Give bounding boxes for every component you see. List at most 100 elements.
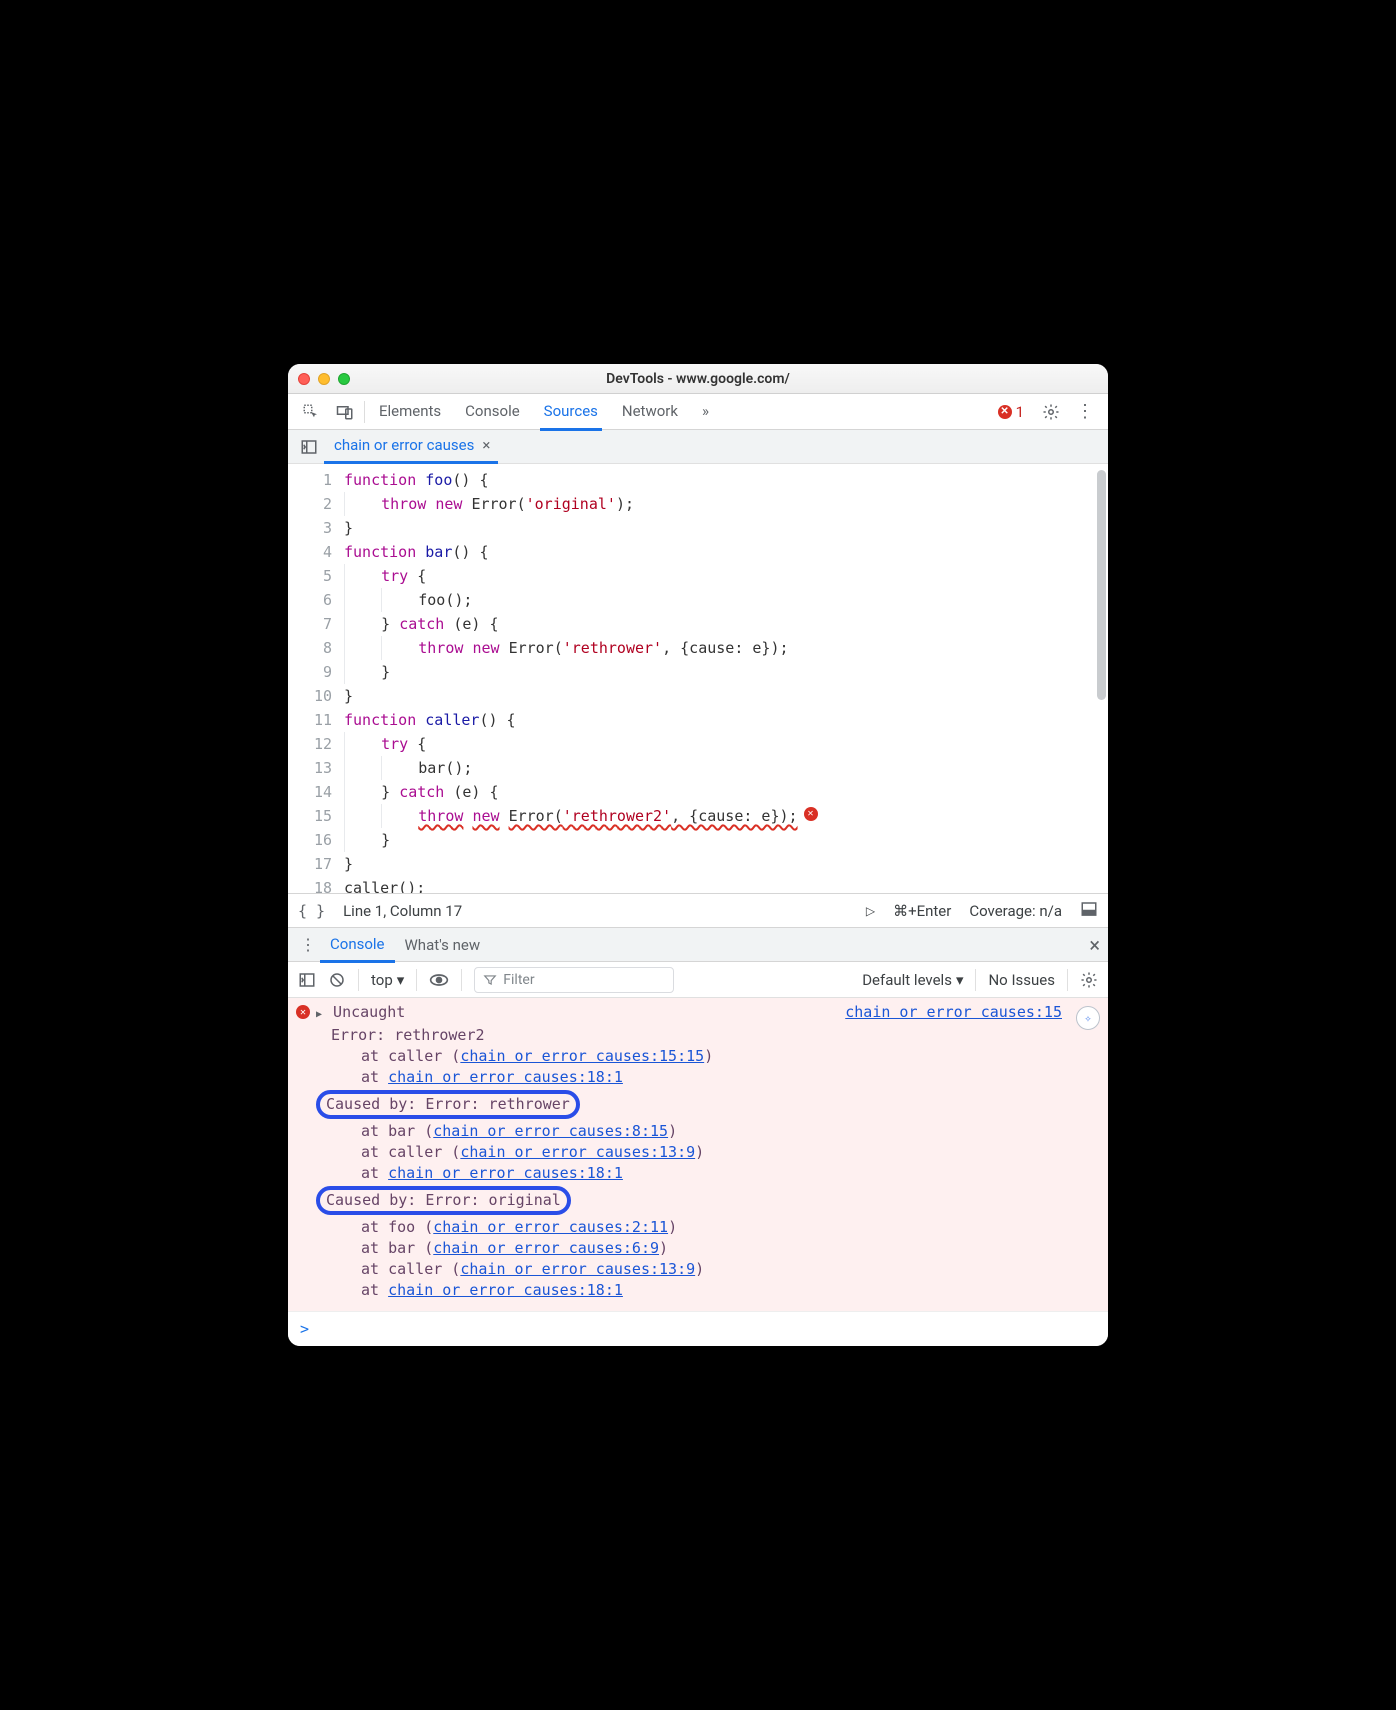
chevron-down-icon: ▾ (397, 971, 405, 989)
zoom-window-button[interactable] (338, 373, 350, 385)
source-link[interactable]: chain or error causes:6:9 (433, 1239, 659, 1257)
clear-console-icon[interactable] (328, 971, 346, 989)
source-link[interactable]: chain or error causes:15:15 (460, 1047, 704, 1065)
editor-tab-label: chain or error causes (334, 436, 474, 454)
filter-placeholder: Filter (503, 972, 534, 988)
source-link[interactable]: chain or error causes:2:11 (433, 1218, 668, 1236)
line-number: 11 (294, 708, 332, 732)
stack-line: ▶ Uncaught (316, 1002, 845, 1025)
code-line: } (344, 516, 1108, 540)
source-link[interactable]: chain or error causes:13:9 (460, 1143, 695, 1161)
panel-tabs: Elements Console Sources Network » (375, 394, 713, 430)
tab-console[interactable]: Console (461, 394, 524, 430)
code-line: function bar() { (344, 540, 1108, 564)
coverage-label: Coverage: n/a (969, 902, 1062, 920)
code-line: throw new Error('original'); (344, 492, 1108, 516)
tab-network[interactable]: Network (618, 394, 682, 430)
tab-elements[interactable]: Elements (375, 394, 445, 430)
editor-scrollbar[interactable] (1097, 464, 1106, 893)
console-prompt[interactable]: > (288, 1311, 1108, 1346)
stack-line: at caller (chain or error causes:15:15) (316, 1046, 845, 1067)
source-link[interactable]: chain or error causes:18:1 (388, 1068, 623, 1086)
code-area[interactable]: function foo() { throw new Error('origin… (344, 464, 1108, 893)
stack-line: at caller (chain or error causes:13:9) (316, 1259, 845, 1280)
line-number: 8 (294, 636, 332, 660)
close-tab-icon[interactable]: × (482, 436, 490, 454)
drawer-menu-icon[interactable]: ⋮ (296, 935, 320, 954)
code-line: } (344, 828, 1108, 852)
window-title: DevTools - www.google.com/ (288, 371, 1108, 387)
drawer-close-icon[interactable]: × (1089, 933, 1100, 957)
stack-line: at caller (chain or error causes:13:9) (316, 1142, 845, 1163)
stack-line: at chain or error causes:18:1 (316, 1067, 845, 1088)
navigator-toggle-icon[interactable] (294, 432, 324, 462)
ai-insight-icon[interactable]: ✧ (1076, 1006, 1100, 1030)
drawer-tabbar: ⋮ Console What's new × (288, 928, 1108, 962)
stack-line: Error: rethrower2 (316, 1025, 845, 1046)
main-toolbar: Elements Console Sources Network » ✕ 1 ⋮ (288, 394, 1108, 430)
cursor-position: Line 1, Column 17 (343, 902, 462, 920)
editor-tabbar: chain or error causes × (288, 430, 1108, 464)
code-line: caller(); (344, 876, 1108, 894)
line-number: 13 (294, 756, 332, 780)
tab-sources[interactable]: Sources (540, 394, 602, 431)
editor-tab-active[interactable]: chain or error causes × (324, 430, 498, 464)
devtools-window: DevTools - www.google.com/ Elements Cons… (288, 364, 1108, 1346)
line-number: 9 (294, 660, 332, 684)
scrollbar-thumb[interactable] (1097, 470, 1106, 700)
separator (364, 401, 365, 423)
source-link[interactable]: chain or error causes:18:1 (388, 1281, 623, 1299)
highlight-cause: Caused by: Error: original (316, 1186, 571, 1215)
close-window-button[interactable] (298, 373, 310, 385)
source-link[interactable]: chain or error causes:18:1 (388, 1164, 623, 1182)
source-link[interactable]: chain or error causes:8:15 (433, 1122, 668, 1140)
settings-icon[interactable] (1034, 394, 1068, 430)
issues-button[interactable]: No Issues (988, 971, 1055, 989)
line-number: 6 (294, 588, 332, 612)
console-output[interactable]: ✧ ✕▶ UncaughtError: rethrower2at caller … (288, 998, 1108, 1311)
run-shortcut: ⌘+Enter (893, 902, 951, 920)
stack-line: at bar (chain or error causes:8:15) (316, 1121, 845, 1142)
drawer-tab-console[interactable]: Console (320, 928, 395, 963)
minimize-window-button[interactable] (318, 373, 330, 385)
code-editor[interactable]: 123456789101112131415161718 function foo… (288, 464, 1108, 894)
stack-line: at chain or error causes:18:1 (316, 1280, 845, 1301)
line-number: 15 (294, 804, 332, 828)
line-number: 4 (294, 540, 332, 564)
error-icon: ✕ (296, 1005, 310, 1019)
prompt-glyph: > (300, 1320, 309, 1338)
pretty-print-icon[interactable]: { } (298, 902, 325, 920)
editor-statusbar: { } Line 1, Column 17 ▷ ⌘+Enter Coverage… (288, 894, 1108, 928)
run-snippet-icon[interactable]: ▷ (866, 904, 875, 918)
titlebar: DevTools - www.google.com/ (288, 364, 1108, 394)
message-source-link[interactable]: chain or error causes:15 (845, 1002, 1100, 1301)
error-icon: ✕ (998, 405, 1012, 419)
source-link[interactable]: chain or error causes:13:9 (460, 1260, 695, 1278)
code-line: throw new Error('rethrower', {cause: e})… (344, 636, 1108, 660)
console-sidebar-toggle-icon[interactable] (298, 971, 316, 989)
log-levels-selector[interactable]: Default levels ▾ (862, 971, 963, 989)
code-line: } (344, 660, 1108, 684)
line-number: 5 (294, 564, 332, 588)
inspect-element-icon[interactable] (294, 394, 328, 430)
console-message-body: ▶ UncaughtError: rethrower2at caller (ch… (316, 1002, 845, 1301)
console-settings-icon[interactable] (1080, 971, 1098, 989)
console-filter-input[interactable]: Filter (474, 967, 674, 993)
line-number: 17 (294, 852, 332, 876)
code-line: } (344, 684, 1108, 708)
drawer-tab-whatsnew[interactable]: What's new (395, 929, 491, 961)
inline-error-icon[interactable]: ✕ (804, 807, 818, 821)
console-message[interactable]: ✕▶ UncaughtError: rethrower2at caller (c… (288, 1002, 1108, 1301)
disclosure-triangle-icon[interactable]: ▶ (316, 1009, 322, 1020)
log-levels-label: Default levels (862, 971, 952, 989)
line-number: 14 (294, 780, 332, 804)
stack-line: at chain or error causes:18:1 (316, 1163, 845, 1184)
live-expression-icon[interactable] (429, 973, 449, 987)
context-selector[interactable]: top ▾ (371, 971, 404, 989)
code-line: } (344, 852, 1108, 876)
dock-side-icon[interactable] (1080, 900, 1098, 922)
error-counter[interactable]: ✕ 1 (998, 403, 1024, 421)
device-toggle-icon[interactable] (328, 394, 362, 430)
tab-overflow[interactable]: » (698, 394, 713, 430)
kebab-menu-icon[interactable]: ⋮ (1068, 394, 1102, 430)
